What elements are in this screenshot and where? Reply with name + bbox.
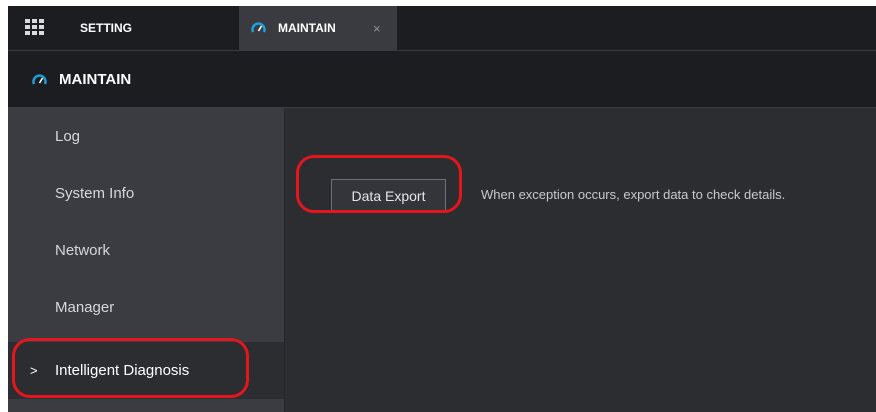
sidebar-item-label: Log [55,128,81,145]
sidebar-item-label: Network [55,242,111,259]
export-description: When exception occurs, export data to ch… [481,187,786,202]
sidebar: Log System Info Network Manager > Intell… [8,108,285,412]
sidebar-item-network[interactable]: Network [8,222,284,279]
data-export-button[interactable]: Data Export [331,179,446,212]
chevron-right-icon: > [30,363,38,378]
sidebar-item-label: Manager [55,299,115,316]
sidebar-item-intelligent-diagnosis[interactable]: > Intelligent Diagnosis [8,342,284,399]
main-panel: Data Export When exception occurs, expor… [285,108,876,412]
tab-maintain[interactable]: MAINTAIN × [239,6,397,50]
sidebar-item-system-info[interactable]: System Info [8,165,284,222]
gauge-icon [32,74,47,85]
tab-setting-label: SETTING [80,21,133,35]
gauge-icon [251,22,266,33]
page-title: MAINTAIN [59,70,132,88]
tab-maintain-label: MAINTAIN [278,21,336,35]
sidebar-item-manager[interactable]: Manager [8,279,284,336]
sidebar-item-label: System Info [55,185,135,202]
tab-bar: SETTING MAINTAIN × [8,6,876,51]
sidebar-item-label: Intelligent Diagnosis [55,362,190,379]
sidebar-item-log[interactable]: Log [8,108,284,165]
grid-icon [25,19,44,35]
tab-setting[interactable]: SETTING [8,6,234,50]
close-icon[interactable]: × [373,21,381,36]
app-window: SETTING MAINTAIN × MAINTAIN Log System I… [8,6,876,412]
section-header: MAINTAIN [8,51,876,108]
